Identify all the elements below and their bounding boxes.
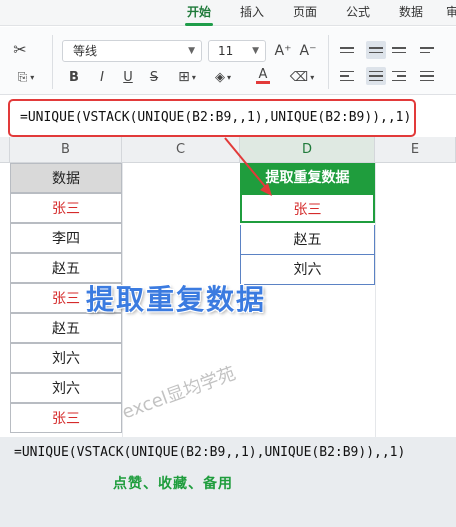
caption-note: 点赞、收藏、备用 xyxy=(113,476,233,492)
caption-formula: =UNIQUE(VSTACK(UNIQUE(B2:B9,,1),UNIQUE(B… xyxy=(14,445,406,460)
overlay-title: 提取重复数据 xyxy=(86,283,267,316)
bottom-caption-panel: =UNIQUE(VSTACK(UNIQUE(B2:B9,,1),UNIQUE(B… xyxy=(0,437,456,527)
